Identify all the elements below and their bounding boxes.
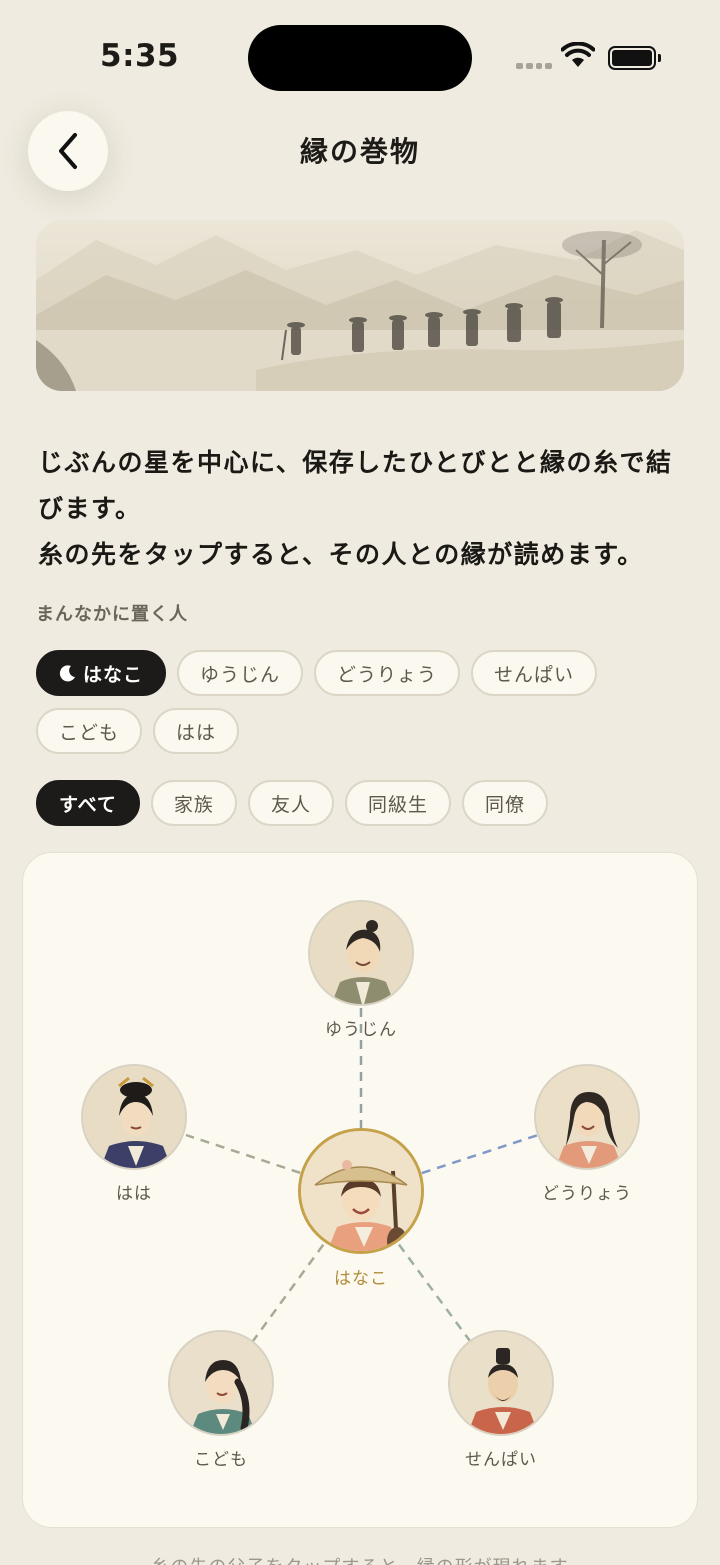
status-time: 5:35 — [100, 38, 180, 74]
avatar-hanako — [298, 1128, 424, 1254]
filter-coworkers[interactable]: 同僚 — [461, 780, 548, 826]
chip-label: どうりょう — [337, 663, 438, 686]
chip-senpai[interactable]: せんぱい — [471, 650, 598, 696]
node-label: せんぱい — [465, 1450, 537, 1470]
chip-label: せんぱい — [494, 663, 575, 686]
filter-all[interactable]: すべて — [36, 780, 140, 826]
chip-yuujin[interactable]: ゆうじん — [177, 650, 304, 696]
battery-icon — [608, 46, 661, 70]
avatar-haha — [81, 1064, 187, 1170]
chip-label: 同僚 — [484, 793, 525, 816]
node-label: はは — [116, 1184, 152, 1204]
node-label-center: はなこ — [334, 1269, 388, 1289]
chip-label: ゆうじん — [200, 663, 281, 686]
intro-text: じぶんの星を中心に、保存したひとびとと縁の糸で結びます。 糸の先をタップすると、… — [38, 440, 688, 578]
chip-kodomo[interactable]: こども — [36, 708, 143, 754]
chip-hanako[interactable]: はなこ — [36, 650, 167, 696]
chip-label: 家族 — [173, 793, 214, 816]
dynamic-island — [248, 25, 472, 91]
filter-family[interactable]: 家族 — [150, 780, 237, 826]
page-title: 縁の巻物 — [299, 135, 420, 168]
avatar-yuujin — [308, 900, 414, 1006]
banner-illustration — [36, 220, 684, 391]
relationship-graph: ゆうじん はは どうりょう こども せんぱい はなこ — [22, 852, 698, 1528]
moon-icon — [59, 665, 75, 682]
filter-classmates[interactable]: 同級生 — [344, 780, 451, 826]
wifi-icon — [561, 42, 595, 67]
chip-label: 友人 — [270, 793, 311, 816]
signal-icon — [516, 63, 552, 69]
node-label: ゆうじん — [325, 1020, 397, 1040]
avatar-kodomo — [168, 1330, 274, 1436]
intro-line-2: 糸の先をタップすると、その人との縁が読めます。 — [38, 540, 644, 569]
chip-label: こども — [59, 721, 120, 744]
chip-label: すべて — [59, 793, 117, 816]
avatar-douryou — [534, 1064, 640, 1170]
footer-hint: 糸の先の父子をタップすると、縁の形が現れます — [0, 1553, 720, 1565]
center-person-picker: はなこ ゆうじん どうりょう せんぱい こども はは — [36, 650, 636, 754]
node-label: どうりょう — [542, 1184, 632, 1204]
node-label: こども — [194, 1450, 248, 1470]
chip-label: はは — [176, 721, 217, 744]
relation-filter: すべて 家族 友人 同級生 同僚 — [36, 780, 636, 826]
avatar-senpai — [448, 1330, 554, 1436]
chip-douryou[interactable]: どうりょう — [314, 650, 461, 696]
chip-haha[interactable]: はは — [153, 708, 240, 754]
center-picker-label: まんなかに置く人 — [36, 604, 188, 625]
status-bar: 5:35 — [0, 0, 720, 110]
intro-line-1: じぶんの星を中心に、保存したひとびとと縁の糸で結びます。 — [38, 448, 673, 523]
filter-friends[interactable]: 友人 — [247, 780, 334, 826]
chip-label: はなこ — [83, 663, 144, 686]
chip-label: 同級生 — [367, 793, 428, 816]
